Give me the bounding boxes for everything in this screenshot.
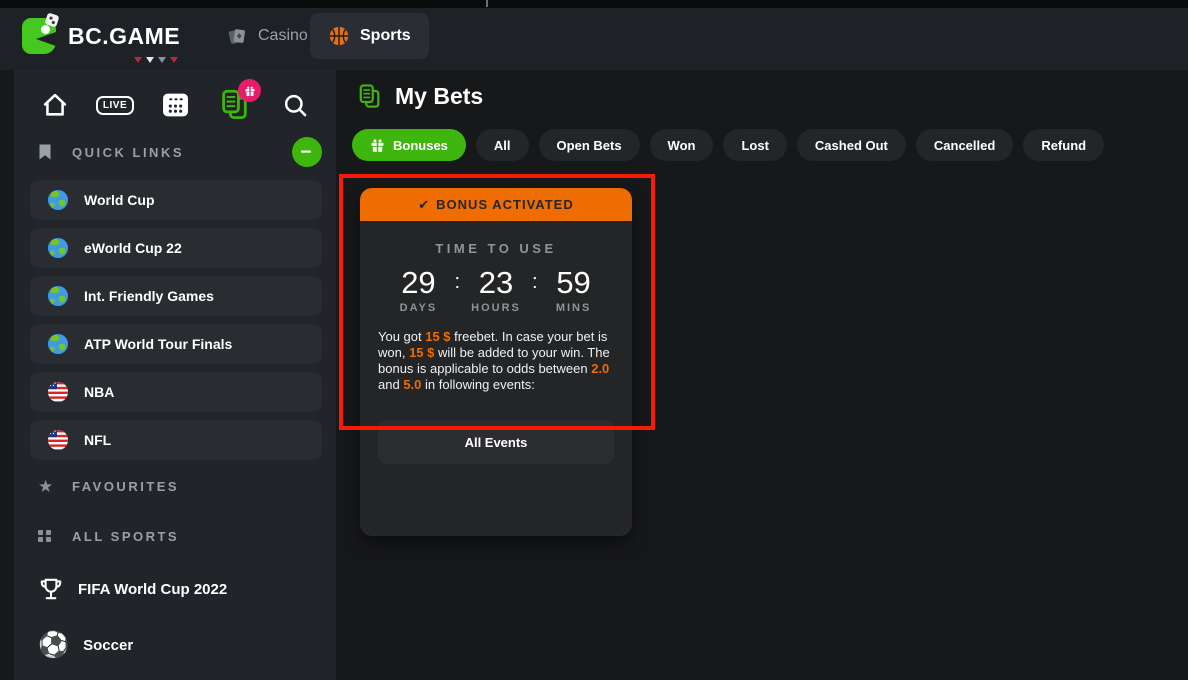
pennant-flags-decoration: [134, 57, 178, 63]
screen-top-edge-tick: [486, 0, 488, 7]
sidebar-item-eworld-cup-22[interactable]: eWorld Cup 22: [30, 228, 322, 268]
bc-game-logo-icon: [22, 16, 60, 56]
soccer-ball-icon: ⚽: [38, 633, 69, 658]
basketball-icon: [328, 25, 350, 47]
bonus-card: ✔ BONUS ACTIVATED TIME TO USE 29 DAYS : …: [360, 188, 632, 536]
filter-all[interactable]: All: [476, 129, 529, 161]
tab-sports[interactable]: Sports: [310, 13, 429, 59]
sidebar-nav-icons: LIVE: [14, 84, 336, 126]
bookmark-icon: [38, 144, 60, 160]
trophy-icon: [38, 576, 64, 602]
countdown-mins-value: 59: [556, 265, 590, 300]
tab-casino[interactable]: Casino: [208, 13, 326, 59]
page-title-row: My Bets: [358, 83, 483, 110]
favourites-header: ★ FAVOURITES +: [14, 470, 336, 502]
countdown-hours-label: HOURS: [460, 302, 532, 314]
filter-cancelled[interactable]: Cancelled: [916, 129, 1013, 161]
screen-top-edge: [0, 0, 1188, 8]
top-bar: BC.GAME Casino Sports: [0, 0, 1188, 70]
usa-flag-icon: [46, 428, 70, 452]
sidebar: LIVE: [14, 70, 336, 680]
quick-links-header: QUICK LINKS −: [14, 136, 336, 168]
filter-label: Bonuses: [393, 138, 448, 153]
bonus-description: You got 15 $ freebet. In case your bet i…: [378, 329, 614, 393]
sidebar-item-label: Soccer: [83, 637, 133, 654]
gift-icon: [370, 138, 385, 153]
filter-lost[interactable]: Lost: [723, 129, 786, 161]
filter-won[interactable]: Won: [650, 129, 714, 161]
main-content: My Bets Bonuses All Open Bets Won Lost C…: [336, 70, 1188, 680]
bonus-countdown: 29 DAYS : 23 HOURS : 59 MINS: [360, 266, 632, 314]
filter-label: All: [494, 138, 511, 153]
globe-icon: [46, 188, 70, 212]
filter-cashed-out[interactable]: Cashed Out: [797, 129, 906, 161]
all-events-button[interactable]: All Events: [378, 420, 614, 464]
time-to-use-label: TIME TO USE: [360, 241, 632, 256]
bonus-badge-icon: [238, 79, 261, 102]
sidebar-item-label: World Cup: [84, 192, 155, 208]
sidebar-item-atp-world-tour-finals[interactable]: ATP World Tour Finals: [30, 324, 322, 364]
my-bets-icon: [358, 83, 382, 110]
brand-name: BC.GAME: [68, 23, 180, 50]
filter-label: Refund: [1041, 138, 1086, 153]
countdown-days-value: 29: [401, 265, 435, 300]
sidebar-item-nba[interactable]: NBA: [30, 372, 322, 412]
filter-open-bets[interactable]: Open Bets: [539, 129, 640, 161]
sidebar-item-int-friendly-games[interactable]: Int. Friendly Games: [30, 276, 322, 316]
bonus-activated-banner: ✔ BONUS ACTIVATED: [360, 188, 632, 221]
all-sports-header: ALL SPORTS: [14, 520, 336, 552]
sidebar-item-label: NFL: [84, 432, 111, 448]
sidebar-item-world-cup[interactable]: World Cup: [30, 180, 322, 220]
schedule-icon[interactable]: [158, 88, 192, 122]
filter-refund[interactable]: Refund: [1023, 129, 1104, 161]
tab-sports-label: Sports: [360, 27, 411, 45]
sidebar-item-fifa-world-cup-2022[interactable]: FIFA World Cup 2022: [14, 572, 336, 606]
globe-icon: [46, 284, 70, 308]
star-icon: ★: [38, 478, 60, 495]
globe-icon: [46, 332, 70, 356]
grid-icon: [38, 530, 60, 543]
globe-icon: [46, 236, 70, 260]
all-sports-title: ALL SPORTS: [72, 529, 179, 544]
sidebar-item-soccer[interactable]: ⚽ Soccer +: [14, 628, 336, 662]
filter-bonuses[interactable]: Bonuses: [352, 129, 466, 161]
filter-label: Lost: [741, 138, 768, 153]
quick-links-title: QUICK LINKS: [72, 145, 184, 160]
live-events-icon[interactable]: LIVE: [98, 88, 132, 122]
filter-label: Won: [668, 138, 696, 153]
sidebar-item-label: eWorld Cup 22: [84, 240, 182, 256]
page-title: My Bets: [395, 83, 483, 110]
countdown-days-label: DAYS: [382, 302, 454, 314]
sidebar-item-label: FIFA World Cup 2022: [78, 581, 227, 598]
my-bets-betslip-icon[interactable]: [218, 88, 252, 122]
filter-label: Cancelled: [934, 138, 995, 153]
filter-label: Open Bets: [557, 138, 622, 153]
quick-links-collapse-button[interactable]: −: [292, 137, 322, 167]
countdown-mins-label: MINS: [538, 302, 610, 314]
check-icon: ✔: [418, 197, 430, 213]
bc-game-logo[interactable]: BC.GAME: [22, 16, 180, 56]
sidebar-item-nfl[interactable]: NFL: [30, 420, 322, 460]
sidebar-item-label: ATP World Tour Finals: [84, 336, 232, 352]
favourites-title: FAVOURITES: [72, 479, 179, 494]
tab-casino-label: Casino: [258, 27, 308, 45]
bc-game-sports-page: BC.GAME Casino Sports: [0, 0, 1188, 680]
usa-flag-icon: [46, 380, 70, 404]
filter-label: Cashed Out: [815, 138, 888, 153]
sidebar-item-label: Int. Friendly Games: [84, 288, 214, 304]
search-icon[interactable]: [278, 88, 312, 122]
sidebar-item-label: NBA: [84, 384, 114, 400]
bet-filters: Bonuses All Open Bets Won Lost Cashed Ou…: [352, 129, 1104, 161]
bonus-activated-label: BONUS ACTIVATED: [436, 197, 574, 212]
casino-cards-icon: [226, 25, 248, 47]
home-icon[interactable]: [38, 88, 72, 122]
countdown-hours-value: 23: [479, 265, 513, 300]
